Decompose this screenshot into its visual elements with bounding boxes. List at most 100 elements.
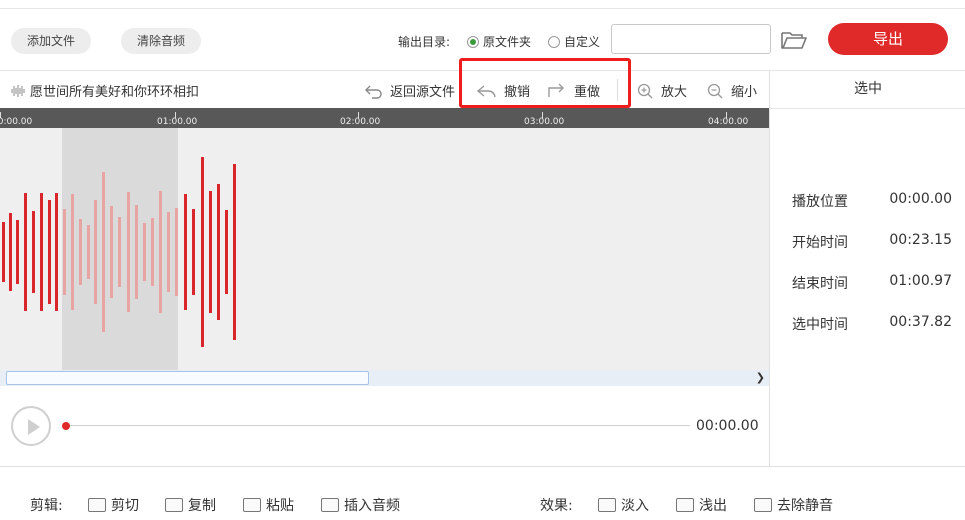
file-name-text: 愿世间所有美好和你环环相扣 xyxy=(30,85,200,100)
radio-custom-label: 自定义 xyxy=(564,35,601,49)
fade-in-label: 淡入 xyxy=(621,498,649,514)
waveform-bar xyxy=(2,222,5,282)
waveform-bar xyxy=(225,210,228,294)
bottom-bar: 剪辑: 剪切 复制 粘贴 插入音频 效果: 淡入 浅出 去除静音 xyxy=(0,466,965,520)
waveform-bar xyxy=(201,157,204,347)
waveform-bar xyxy=(217,184,220,320)
waveform-bar xyxy=(135,205,138,299)
play-button[interactable] xyxy=(11,406,51,446)
edit-toolbar: 愿世间所有美好和你环环相扣 返回源文件 撤销 重做 放大 缩小 xyxy=(0,70,770,108)
waveform-bar xyxy=(175,208,178,296)
copy-icon xyxy=(165,498,183,512)
clear-audio-button[interactable]: 清除音频 xyxy=(121,28,201,54)
selection-panel: 选中 播放位置 00:00.00 开始时间 00:23.15 结束时间 01:0… xyxy=(769,70,965,466)
waveform-bar xyxy=(87,225,90,279)
waveform-bar xyxy=(209,191,212,313)
waveform-bar xyxy=(233,164,236,340)
add-file-button[interactable]: 添加文件 xyxy=(11,28,91,54)
file-name: 愿世间所有美好和你环环相扣 xyxy=(10,81,199,100)
waveform-bar xyxy=(127,192,130,312)
undo-redo-highlight-box xyxy=(459,58,631,108)
remove-silence-button[interactable]: 去除静音 xyxy=(754,495,833,515)
output-path-input[interactable] xyxy=(611,24,771,54)
zoom-in-icon xyxy=(637,83,653,98)
revert-source-button[interactable]: 返回源文件 xyxy=(364,81,455,100)
insert-audio-label: 插入音频 xyxy=(344,498,400,514)
paste-label: 粘贴 xyxy=(266,498,294,514)
waveform-bar xyxy=(94,200,97,304)
zoom-out-label: 缩小 xyxy=(731,85,758,100)
waveform-bar xyxy=(167,212,170,292)
start-time-value: 00:23.15 xyxy=(889,232,952,248)
selected-duration-label: 选中时间 xyxy=(792,317,848,333)
playback-progress-track[interactable] xyxy=(66,425,690,426)
mute-icon xyxy=(754,498,772,512)
waveform-bar xyxy=(102,172,105,332)
selected-duration-value: 00:37.82 xyxy=(889,314,952,330)
waveform-bar xyxy=(40,193,43,311)
cut-icon xyxy=(88,498,106,512)
radio-off-icon xyxy=(548,35,560,48)
cut-button[interactable]: 剪切 xyxy=(88,495,139,515)
paste-icon xyxy=(243,498,261,512)
copy-label: 复制 xyxy=(188,498,216,514)
waveform-bar xyxy=(79,219,82,285)
radio-on-icon xyxy=(467,35,479,48)
folder-open-icon[interactable] xyxy=(780,29,808,51)
play-position-row: 播放位置 00:00.00 xyxy=(792,191,952,211)
scroll-right-arrow-icon[interactable]: ❯ xyxy=(756,371,765,384)
return-icon xyxy=(365,85,382,99)
cut-label: 剪切 xyxy=(111,498,139,514)
start-time-label: 开始时间 xyxy=(792,235,848,251)
selected-duration-row: 选中时间 00:37.82 xyxy=(792,314,952,334)
export-button[interactable]: 导出 xyxy=(828,23,948,55)
end-time-value: 01:00.97 xyxy=(889,273,952,289)
radio-custom[interactable]: 自定义 xyxy=(548,33,600,50)
start-time-row: 开始时间 00:23.15 xyxy=(792,232,952,252)
waveform-bar xyxy=(184,194,187,310)
fade-out-label: 浅出 xyxy=(699,498,727,514)
waveform-bar xyxy=(143,223,146,281)
zoom-in-label: 放大 xyxy=(661,85,688,100)
end-time-label: 结束时间 xyxy=(792,276,848,292)
waveform-bar xyxy=(32,211,35,293)
waveform-bar xyxy=(55,193,58,311)
effects-label: 效果: xyxy=(540,498,573,514)
waveform xyxy=(2,157,236,347)
insert-audio-icon xyxy=(321,498,339,512)
zoom-in-button[interactable]: 放大 xyxy=(637,81,687,100)
waveform-bar xyxy=(24,193,27,311)
end-time-row: 结束时间 01:00.97 xyxy=(792,273,952,293)
play-position-value: 00:00.00 xyxy=(889,191,952,207)
copy-button[interactable]: 复制 xyxy=(165,495,216,515)
fade-in-button[interactable]: 淡入 xyxy=(598,495,649,515)
zoom-out-icon xyxy=(707,83,723,98)
fade-in-icon xyxy=(598,498,616,512)
remove-silence-label: 去除静音 xyxy=(777,498,833,514)
revert-label: 返回源文件 xyxy=(390,85,456,100)
scrollbar-thumb[interactable] xyxy=(6,371,369,385)
waveform-bar xyxy=(9,213,12,291)
timeline-ruler[interactable]: 00:00.00 01:00.00 02:00.00 03:00.00 04:0… xyxy=(0,108,769,128)
waveform-bar xyxy=(118,217,121,287)
waveform-bar xyxy=(63,209,66,295)
selection-panel-title: 选中 xyxy=(770,71,965,109)
paste-button[interactable]: 粘贴 xyxy=(243,495,294,515)
edit-label: 剪辑: xyxy=(30,498,63,514)
fade-out-icon xyxy=(676,498,694,512)
playback-progress-knob[interactable] xyxy=(62,422,70,430)
waveform-bar xyxy=(151,218,154,286)
horizontal-scrollbar[interactable]: ❯ xyxy=(0,370,769,386)
waveform-area[interactable] xyxy=(0,128,769,370)
audio-wave-icon xyxy=(11,84,25,97)
radio-original-label: 原文件夹 xyxy=(483,35,532,49)
insert-audio-button[interactable]: 插入音频 xyxy=(321,495,400,515)
waveform-bar xyxy=(16,220,19,284)
waveform-bar xyxy=(110,206,113,298)
zoom-out-button[interactable]: 缩小 xyxy=(707,81,757,100)
radio-original-folder[interactable]: 原文件夹 xyxy=(467,33,531,50)
waveform-bar xyxy=(48,200,51,304)
waveform-bar xyxy=(192,209,195,295)
play-position-label: 播放位置 xyxy=(792,194,848,210)
fade-out-button[interactable]: 浅出 xyxy=(676,495,727,515)
